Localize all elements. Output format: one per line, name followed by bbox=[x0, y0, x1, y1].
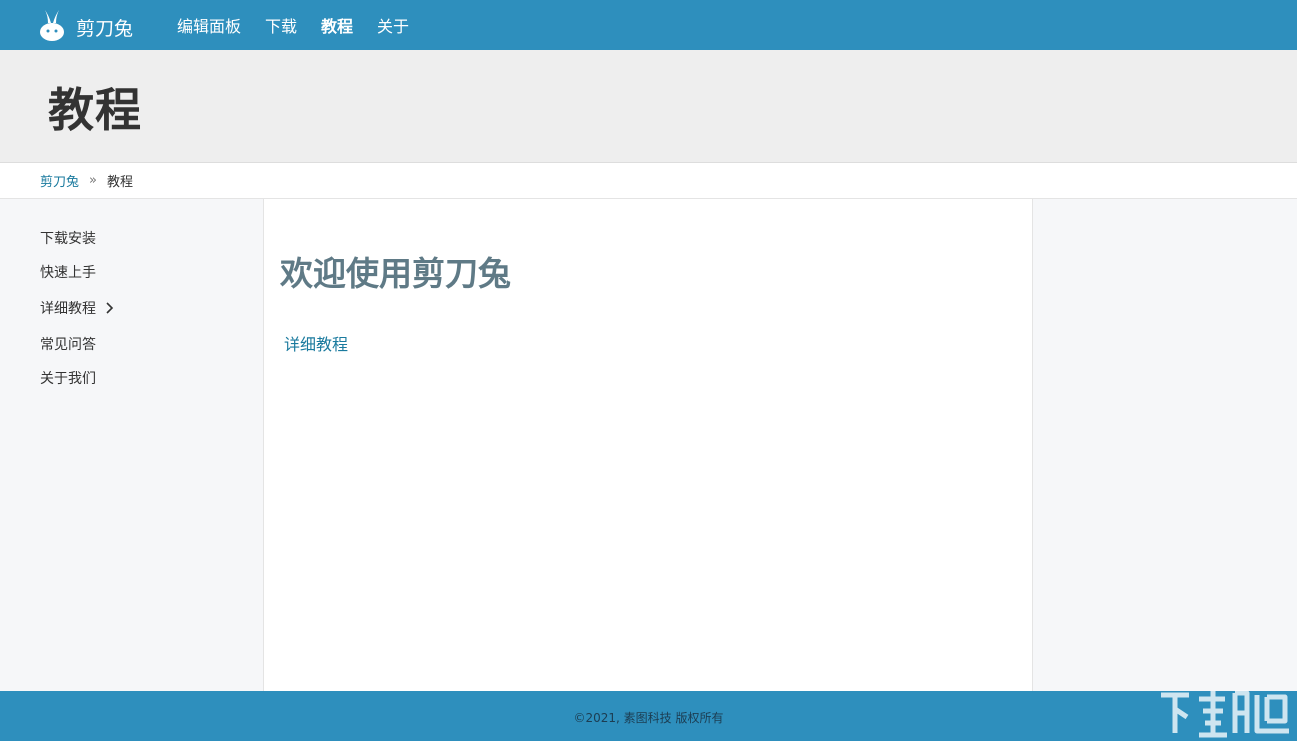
breadcrumb-separator: » bbox=[89, 173, 97, 188]
sidebar-item-label: 详细教程 bbox=[40, 301, 96, 317]
copyright-text: ©2021, 素图科技 版权所有 bbox=[573, 710, 724, 725]
sidebar-item-label: 下载安装 bbox=[40, 231, 96, 247]
sidebar-item-label: 快速上手 bbox=[40, 265, 96, 281]
detailed-tutorial-link[interactable]: 详细教程 bbox=[284, 331, 348, 355]
sidebar-item-detailed-tutorial[interactable]: 详细教程 bbox=[0, 289, 263, 327]
sidebar-item-install[interactable]: 下载安装 bbox=[0, 221, 263, 255]
right-panel bbox=[1033, 199, 1297, 691]
main-content: 欢迎使用剪刀兔 详细教程 bbox=[264, 199, 1033, 691]
sidebar: 下载安装 快速上手 详细教程 常见问答 关于我们 bbox=[0, 199, 264, 691]
xiazaiba-watermark-logo bbox=[1161, 690, 1289, 738]
brand-name: 剪刀兔 bbox=[76, 17, 134, 40]
nav-item-about[interactable]: 关于 bbox=[377, 13, 409, 37]
welcome-heading: 欢迎使用剪刀兔 bbox=[280, 254, 511, 293]
top-navbar: 剪刀兔 编辑面板 下载 教程 关于 bbox=[0, 0, 1297, 50]
rabbit-logo-icon bbox=[40, 10, 64, 41]
nav-item-download[interactable]: 下载 bbox=[265, 13, 297, 37]
breadcrumb: 剪刀兔 » 教程 bbox=[0, 163, 1297, 199]
sidebar-item-label: 常见问答 bbox=[40, 337, 96, 353]
sidebar-item-about-us[interactable]: 关于我们 bbox=[0, 361, 263, 395]
chevron-right-icon[interactable] bbox=[104, 302, 114, 314]
footer: ©2021, 素图科技 版权所有 bbox=[0, 691, 1297, 741]
breadcrumb-home-link[interactable]: 剪刀兔 bbox=[40, 171, 79, 190]
sidebar-item-faq[interactable]: 常见问答 bbox=[0, 327, 263, 361]
main-nav: 编辑面板 下载 教程 关于 bbox=[177, 0, 433, 50]
nav-item-tutorial[interactable]: 教程 bbox=[321, 13, 353, 37]
breadcrumb-current: 教程 bbox=[106, 175, 133, 190]
sidebar-item-label: 关于我们 bbox=[40, 371, 96, 387]
nav-item-editor[interactable]: 编辑面板 bbox=[177, 13, 241, 37]
sidebar-item-quickstart[interactable]: 快速上手 bbox=[0, 255, 263, 289]
page-title: 教程 bbox=[48, 83, 142, 137]
brand-link[interactable]: 剪刀兔 bbox=[38, 0, 133, 50]
hero-banner: 教程 bbox=[0, 50, 1297, 163]
